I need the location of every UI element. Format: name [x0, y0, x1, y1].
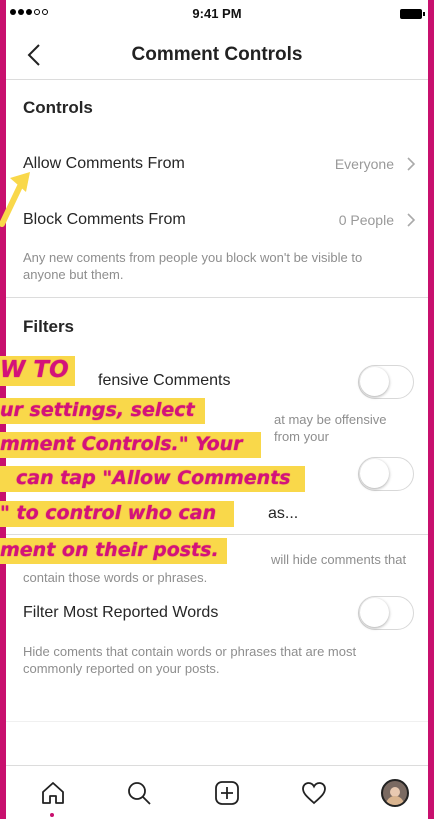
section-divider	[6, 534, 428, 535]
section-header-controls: Controls	[23, 98, 93, 117]
tab-search[interactable]	[124, 778, 154, 808]
block-comments-from-row[interactable]: Block Comments From 0 People	[23, 203, 416, 237]
manual-filter-toggle[interactable]	[358, 457, 414, 491]
filter-most-reported-label: Filter Most Reported Words	[23, 604, 219, 621]
active-tab-indicator	[50, 813, 54, 817]
hide-offensive-comments-label: fensive Comments	[98, 372, 231, 389]
page-title: Comment Controls	[131, 44, 303, 65]
arrow-icon	[0, 172, 30, 227]
add-post-icon	[215, 781, 239, 805]
manual-filter-label: as...	[268, 505, 299, 522]
chevron-right-icon	[407, 213, 416, 227]
filter-most-reported-description: Hide coments that contain words or phras…	[23, 644, 357, 676]
overlay-line: ur settings, select	[0, 398, 205, 424]
allow-comments-label: Allow Comments From	[23, 155, 185, 172]
block-comments-label: Block Comments From	[23, 211, 186, 228]
battery-icon	[400, 9, 425, 19]
profile-avatar	[381, 779, 409, 807]
manual-filter-description: will hide comments that	[271, 552, 407, 567]
manual-filter-description-line2: contain those words or phrases.	[23, 570, 208, 585]
search-icon	[128, 782, 151, 805]
home-icon	[42, 782, 64, 804]
toggle-knob	[360, 367, 389, 396]
allow-comments-value: Everyone	[334, 156, 394, 172]
section-header-filters: Filters	[23, 317, 75, 336]
tab-activity[interactable]	[299, 778, 329, 808]
block-comments-description: Any new coments from people you block wo…	[23, 250, 363, 282]
overlay-line: " to control who can	[0, 501, 235, 527]
heart-icon	[302, 782, 326, 805]
tab-home[interactable]	[38, 778, 68, 808]
overlay-line: ment on their posts.	[0, 538, 227, 564]
section-divider	[6, 297, 428, 298]
tab-profile[interactable]	[380, 778, 410, 808]
toggle-knob	[360, 598, 389, 627]
tab-new-post[interactable]	[212, 778, 242, 808]
status-time: 9:41 PM	[192, 6, 242, 21]
allow-comments-from-row[interactable]: Allow Comments From Everyone	[23, 147, 416, 181]
hide-offensive-comments-toggle[interactable]	[358, 365, 414, 399]
overlay-line: can tap "Allow Comments	[0, 466, 305, 492]
filter-most-reported-toggle[interactable]	[358, 596, 414, 630]
status-bar: 9:41 PM	[6, 0, 428, 30]
toggle-knob	[360, 459, 389, 488]
section-divider	[6, 721, 428, 722]
chevron-right-icon	[407, 157, 416, 171]
filter-most-reported-row: Filter Most Reported Words	[23, 596, 338, 630]
overlay-line: mment Controls." Your	[0, 432, 261, 458]
tab-bar	[6, 765, 428, 819]
block-comments-value: 0 People	[338, 212, 394, 228]
overlay-heading: W TO	[0, 356, 75, 386]
nav-bar: Comment Controls	[6, 30, 428, 80]
hide-offensive-description: at may be offensive from your	[274, 412, 387, 444]
